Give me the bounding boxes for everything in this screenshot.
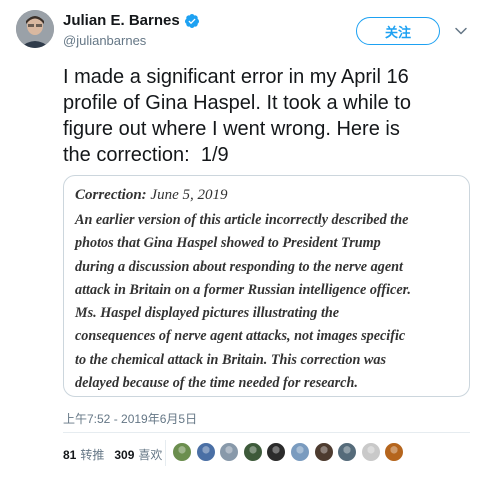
card-title-date: June 5, 2019 [146, 187, 228, 203]
liker-avatar[interactable] [195, 442, 216, 462]
liker-avatar[interactable] [242, 442, 263, 462]
liker-avatar[interactable] [289, 442, 310, 462]
author-name-row[interactable]: Julian E. Barnes [63, 12, 200, 29]
follow-button[interactable]: 关注 [356, 17, 440, 45]
card-body: An earlier version of this article incor… [75, 212, 411, 392]
liker-avatar[interactable] [337, 442, 358, 462]
liker-avatar[interactable] [219, 442, 240, 462]
liker-avatar[interactable] [360, 442, 381, 462]
display-name[interactable]: Julian E. Barnes [63, 12, 180, 29]
timestamp[interactable]: 上午7:52 - 2019年6月5日 [63, 410, 197, 427]
quoted-image-card[interactable]: Correction: June 5, 2019 An earlier vers… [63, 175, 470, 397]
tweet: Julian E. Barnes @julianbarnes 关注 I made… [0, 0, 500, 480]
liker-avatar[interactable] [313, 442, 334, 462]
card-title-label: Correction: [75, 187, 147, 203]
card-title: Correction: June 5, 2019 [75, 187, 228, 204]
retweets-label[interactable]: 转推 [80, 446, 104, 463]
liker-avatar[interactable] [172, 442, 192, 462]
stats-divider [165, 440, 166, 466]
liker-avatar[interactable] [266, 442, 287, 462]
avatar[interactable] [16, 10, 54, 48]
likes-label[interactable]: 喜欢 [138, 446, 162, 463]
author-handle[interactable]: @julianbarnes [63, 33, 146, 48]
engagement-stats: 81 转推 309 喜欢 [63, 446, 162, 463]
chevron-down-icon[interactable] [454, 24, 468, 38]
liker-avatar[interactable] [384, 442, 405, 462]
retweets-count[interactable]: 81 [63, 448, 76, 462]
likers-avatars [172, 442, 408, 462]
divider [63, 432, 470, 433]
verified-badge-icon [184, 13, 199, 28]
likes-count[interactable]: 309 [114, 448, 134, 462]
tweet-text: I made a significant error in my April 1… [63, 66, 411, 166]
